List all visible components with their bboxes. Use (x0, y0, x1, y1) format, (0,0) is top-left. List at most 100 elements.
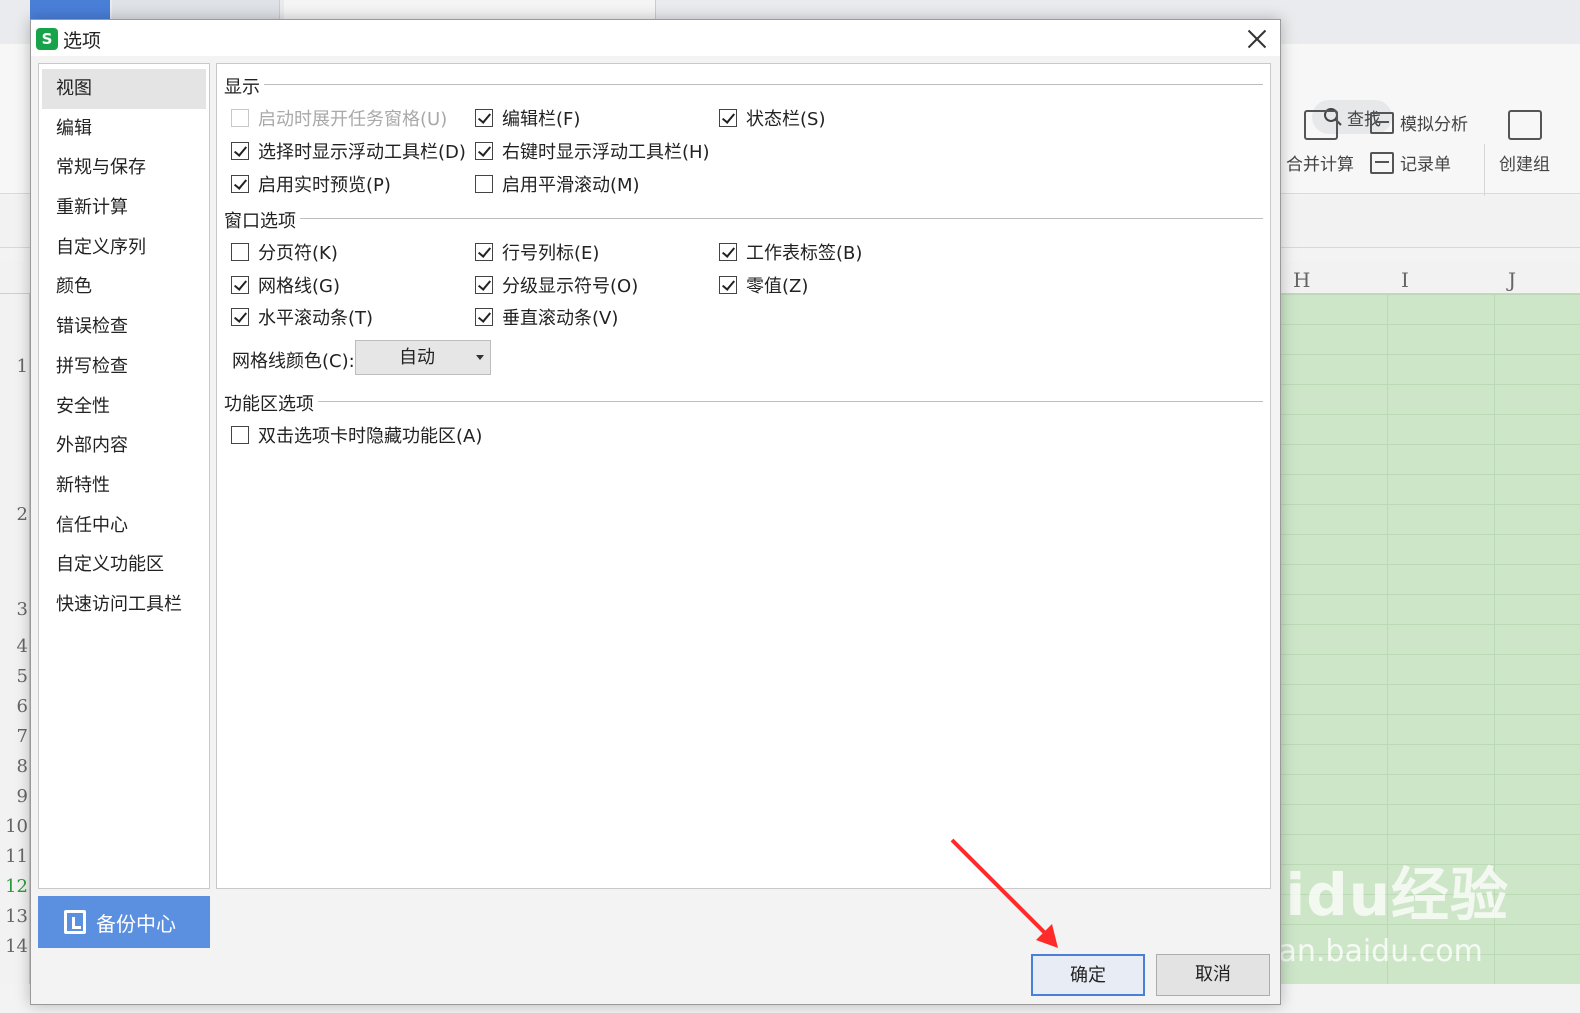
checkbox-checked-icon (231, 175, 249, 193)
option-checkbox[interactable]: 零值(Z) (719, 272, 808, 298)
option-checkbox[interactable]: 行号列标(E) (475, 239, 599, 265)
option-label: 行号列标(E) (502, 243, 600, 264)
option-checkbox[interactable]: 双击选项卡时隐藏功能区(A) (231, 422, 482, 448)
nav-item[interactable]: 快速访问工具栏 (42, 585, 206, 625)
options-nav: 视图 编辑 常规与保存 重新计算 自定义序列 颜色 错误检查 拼写检查 安全性 外部内容 新特性 信任… (38, 63, 210, 889)
section-title-display: 显示 (224, 73, 264, 99)
option-label: 分级显示符号(O) (502, 276, 639, 297)
nav-item[interactable]: 拼写检查 (42, 347, 206, 387)
checkbox-checked-icon (475, 109, 493, 127)
backup-center-label: 备份中心 (96, 911, 176, 936)
row-header[interactable]: 13 (0, 906, 30, 927)
option-checkbox[interactable]: 水平滚动条(T) (231, 304, 373, 330)
checkbox-checked-icon (475, 142, 493, 160)
option-checkbox[interactable]: 工作表标签(B) (719, 239, 862, 265)
nav-item[interactable]: 信任中心 (42, 506, 206, 546)
nav-item[interactable]: 安全性 (42, 387, 206, 427)
column-header-h[interactable]: H (1293, 268, 1310, 292)
ok-button[interactable]: 确定 (1031, 954, 1145, 996)
option-checkbox[interactable]: 启用实时预览(P) (231, 171, 391, 197)
gridline-color-select[interactable]: 自动 (355, 340, 491, 375)
option-checkbox[interactable]: 右键时显示浮动工具栏(H) (475, 138, 710, 164)
row-header[interactable]: 10 (0, 816, 30, 837)
option-label: 选择时显示浮动工具栏(D) (258, 142, 466, 163)
dropdown-arrow-icon (476, 355, 484, 360)
create-group-label: 创建组 (1499, 155, 1550, 175)
checkbox-checked-icon (475, 308, 493, 326)
section-title-window: 窗口选项 (224, 207, 300, 233)
checkbox-checked-icon (475, 276, 493, 294)
checkbox-unchecked-icon (231, 426, 249, 444)
section-divider (224, 401, 1263, 402)
option-label: 启用实时预览(P) (258, 175, 391, 196)
row-header[interactable]: 8 (0, 756, 30, 777)
nav-item[interactable]: 新特性 (42, 466, 206, 506)
option-checkbox[interactable]: 分级显示符号(O) (475, 272, 638, 298)
close-icon[interactable] (1244, 26, 1270, 52)
row-header[interactable]: 4 (0, 636, 30, 657)
row-header-active[interactable]: 12 (0, 876, 30, 897)
cancel-button[interactable]: 取消 (1156, 954, 1270, 996)
backup-icon (64, 910, 86, 934)
row-header[interactable]: 14 (0, 936, 30, 957)
row-header[interactable]: 7 (0, 726, 30, 747)
row-header[interactable]: 5 (0, 666, 30, 687)
option-checkbox[interactable]: 垂直滚动条(V) (475, 304, 618, 330)
checkbox-unchecked-icon (231, 243, 249, 261)
nav-item[interactable]: 自定义功能区 (42, 545, 206, 585)
nav-item[interactable]: 常规与保存 (42, 148, 206, 188)
consolidate-button[interactable]: 合并计算 (1286, 150, 1354, 175)
checkbox-checked-icon (719, 109, 737, 127)
checkbox-unchecked-icon (231, 109, 249, 127)
row-headers: 1 2 3 4 5 6 7 8 9 10 11 12 13 14 (0, 294, 30, 984)
what-if-button[interactable]: 模拟分析 (1370, 110, 1468, 135)
option-checkbox[interactable]: 分页符(K) (231, 239, 338, 265)
dialog-title: 选项 (63, 30, 102, 52)
option-checkbox[interactable]: 状态栏(S) (719, 105, 825, 131)
option-label: 状态栏(S) (746, 109, 826, 130)
record-form-label: 记录单 (1400, 155, 1451, 175)
checkbox-checked-icon (231, 276, 249, 294)
options-content: 显示 启动时展开任务窗格(U) 编辑栏(F) 状态栏(S) 选择时显示浮动工具栏(D)… (216, 63, 1271, 889)
record-form-button[interactable]: 记录单 (1370, 150, 1451, 175)
nav-item[interactable]: 视图 (42, 69, 206, 109)
nav-item[interactable]: 重新计算 (42, 188, 206, 228)
option-label: 启动时展开任务窗格(U) (258, 109, 448, 130)
option-label: 分页符(K) (258, 243, 338, 264)
row-header[interactable]: 6 (0, 696, 30, 717)
row-header[interactable]: 1 (0, 356, 30, 377)
option-label: 启用平滑滚动(M) (502, 175, 640, 196)
nav-item[interactable]: 颜色 (42, 267, 206, 307)
gridline-color-label: 网格线颜色(C): (232, 351, 355, 372)
column-header-i[interactable]: I (1401, 268, 1409, 292)
section-title-ribbon: 功能区选项 (224, 390, 318, 416)
option-label: 右键时显示浮动工具栏(H) (502, 142, 710, 163)
option-label: 零值(Z) (746, 276, 809, 297)
section-divider (224, 84, 1263, 85)
spreadsheet-app-icon: S (36, 28, 58, 50)
column-header-j[interactable]: J (1508, 268, 1516, 292)
row-header[interactable]: 9 (0, 786, 30, 807)
checkbox-checked-icon (719, 243, 737, 261)
option-checkbox[interactable]: 网格线(G) (231, 272, 340, 298)
nav-item[interactable]: 错误检查 (42, 307, 206, 347)
nav-item[interactable]: 自定义序列 (42, 228, 206, 268)
what-if-label: 模拟分析 (1400, 115, 1468, 135)
row-header[interactable]: 3 (0, 599, 30, 620)
dialog-titlebar[interactable]: S 选项 (31, 20, 1280, 56)
section-divider (224, 218, 1263, 219)
checkbox-checked-icon (475, 243, 493, 261)
option-label: 垂直滚动条(V) (502, 308, 619, 329)
consolidate-icon (1304, 110, 1338, 140)
checkbox-unchecked-icon (475, 175, 493, 193)
backup-center-button[interactable]: 备份中心 (38, 896, 210, 948)
create-group-icon (1508, 110, 1542, 140)
create-group-button[interactable]: 创建组 (1499, 150, 1550, 175)
nav-item[interactable]: 外部内容 (42, 426, 206, 466)
nav-item[interactable]: 编辑 (42, 109, 206, 149)
option-checkbox[interactable]: 选择时显示浮动工具栏(D) (231, 138, 466, 164)
option-checkbox[interactable]: 启用平滑滚动(M) (475, 171, 640, 197)
row-header[interactable]: 11 (0, 846, 30, 867)
row-header[interactable]: 2 (0, 504, 30, 525)
option-checkbox[interactable]: 编辑栏(F) (475, 105, 580, 131)
